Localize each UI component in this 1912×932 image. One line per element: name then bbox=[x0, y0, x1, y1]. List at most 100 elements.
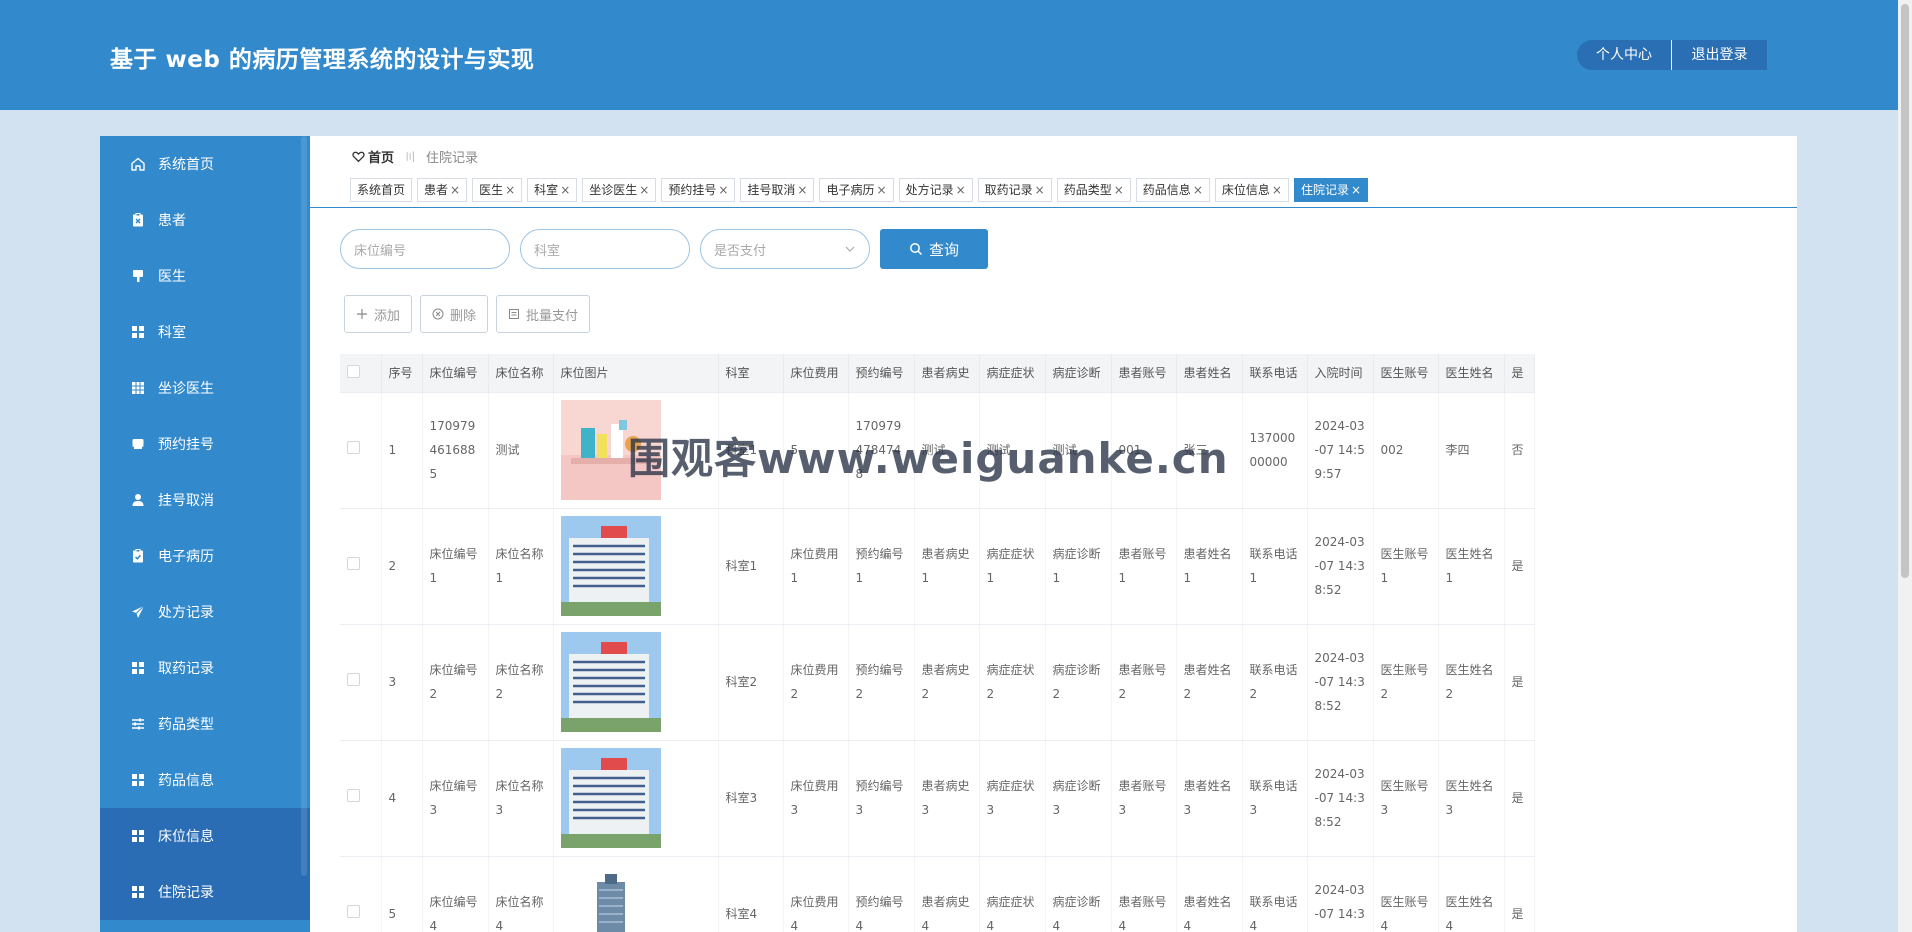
bed-image[interactable] bbox=[560, 632, 661, 732]
delete-button[interactable]: 删除 bbox=[420, 295, 489, 333]
column-header[interactable]: 入院时间 bbox=[1307, 354, 1374, 393]
close-icon[interactable]: × bbox=[450, 183, 460, 197]
close-icon[interactable]: × bbox=[1351, 183, 1361, 197]
row-checkbox[interactable] bbox=[347, 789, 360, 802]
row-checkbox[interactable] bbox=[347, 905, 360, 918]
tab-item[interactable]: 处方记录 × bbox=[898, 178, 973, 202]
column-header[interactable]: 联系电话 bbox=[1242, 354, 1308, 393]
bed-image[interactable] bbox=[560, 516, 661, 616]
table-row[interactable]: 4 床位编号3 床位名称3 科室3 床位费用3 预约编号3 患者病史3 病症症状3 病症诊断3 患… bbox=[340, 740, 1535, 857]
department-input[interactable]: 科室 bbox=[520, 229, 690, 269]
close-icon[interactable]: × bbox=[718, 183, 728, 197]
table-cell: 预约编号2 bbox=[848, 624, 915, 741]
column-header[interactable]: 医生姓名 bbox=[1438, 354, 1505, 393]
tab-item[interactable]: 患者 × bbox=[417, 178, 468, 202]
sidebar-item-cancel-appointment[interactable]: 挂号取消 bbox=[100, 472, 310, 528]
close-icon[interactable]: × bbox=[505, 183, 515, 197]
row-select-cell[interactable] bbox=[340, 856, 382, 932]
sidebar-item-prescriptions[interactable]: 处方记录 bbox=[100, 584, 310, 640]
breadcrumb-home[interactable]: 首页 bbox=[352, 147, 394, 166]
sidebar-item-drug-types[interactable]: 药品类型 bbox=[100, 696, 310, 752]
tab-item[interactable]: 挂号取消 × bbox=[740, 178, 815, 202]
column-header[interactable]: 床位编号 bbox=[422, 354, 489, 393]
sidebar-item-label: 科室 bbox=[158, 325, 186, 341]
select-all-checkbox[interactable] bbox=[347, 364, 360, 378]
table-row[interactable]: 1 1709794616885 测试 科室1 5 1709794784748 测试 测试 测试 0… bbox=[340, 392, 1535, 509]
sidebar-item-drug-info[interactable]: 药品信息 bbox=[100, 752, 310, 808]
row-select-cell[interactable] bbox=[340, 392, 382, 509]
tab-item[interactable]: 药品信息 × bbox=[1135, 178, 1210, 202]
sidebar-item-patients[interactable]: 患者 bbox=[100, 192, 310, 248]
sidebar-item-attending-doctors[interactable]: 坐诊医生 bbox=[100, 360, 310, 416]
add-button[interactable]: 添加 bbox=[344, 295, 413, 333]
tab-item[interactable]: 药品类型 × bbox=[1056, 178, 1131, 202]
column-header[interactable]: 床位名称 bbox=[488, 354, 554, 393]
tab-item[interactable]: 医生 × bbox=[472, 178, 523, 202]
row-checkbox[interactable] bbox=[347, 673, 360, 686]
sidebar-item-dispensing[interactable]: 取药记录 bbox=[100, 640, 310, 696]
table-cell: 床位编号2 bbox=[422, 624, 489, 741]
column-header[interactable]: 床位图片 bbox=[553, 354, 719, 393]
close-icon[interactable]: × bbox=[956, 183, 966, 197]
sidebar-item-label: 取药记录 bbox=[158, 661, 214, 677]
sidebar-item-appointments[interactable]: 预约挂号 bbox=[100, 416, 310, 472]
tab-item[interactable]: 电子病历 × bbox=[819, 178, 894, 202]
logout-button[interactable]: 退出登录 bbox=[1671, 40, 1767, 70]
close-icon[interactable]: × bbox=[1272, 183, 1282, 197]
sidebar-item-medical-records[interactable]: 电子病历 bbox=[100, 528, 310, 584]
sidebar-item-departments[interactable]: 科室 bbox=[100, 304, 310, 360]
tab-item[interactable]: 住院记录 × bbox=[1293, 178, 1369, 202]
batch-pay-button[interactable]: 批量支付 bbox=[496, 295, 591, 333]
sidebar-item-beds[interactable]: 床位信息 bbox=[100, 808, 310, 864]
records-table-wrapper[interactable]: 序号 床位编号 床位名称 床位图片 科室 床位费用 预约编号 患者病史 病症症状… bbox=[340, 354, 1769, 932]
profile-button[interactable]: 个人中心 bbox=[1577, 40, 1671, 70]
paid-select[interactable]: 是否支付 bbox=[700, 229, 870, 269]
close-icon[interactable]: × bbox=[1193, 183, 1203, 197]
tab-item[interactable]: 取药记录 × bbox=[977, 178, 1052, 202]
close-icon[interactable]: × bbox=[877, 183, 887, 197]
column-header[interactable]: 序号 bbox=[381, 354, 423, 393]
column-header[interactable]: 医生账号 bbox=[1373, 354, 1439, 393]
sidebar-item-inpatient-records[interactable]: 住院记录 bbox=[100, 864, 310, 920]
select-all-cell[interactable] bbox=[340, 354, 382, 393]
column-header[interactable]: 床位费用 bbox=[783, 354, 849, 393]
close-icon[interactable]: × bbox=[1114, 183, 1124, 197]
close-icon[interactable]: × bbox=[797, 183, 807, 197]
bed-image[interactable] bbox=[560, 748, 661, 848]
row-select-cell[interactable] bbox=[340, 740, 382, 857]
table-row[interactable]: 2 床位编号1 床位名称1 科室1 床位费用1 预约编号1 患者病史1 病症症状1 病症诊断1 患… bbox=[340, 508, 1535, 625]
sidebar-item-doctors[interactable]: 医生 bbox=[100, 248, 310, 304]
query-button[interactable]: 查询 bbox=[880, 229, 988, 269]
table-row[interactable]: 3 床位编号2 床位名称2 科室2 床位费用2 预约编号2 患者病史2 病症症状2 病症诊断2 患… bbox=[340, 624, 1535, 741]
page-scrollbar-thumb[interactable] bbox=[1901, 4, 1909, 578]
bed-image[interactable] bbox=[560, 400, 661, 500]
row-checkbox[interactable] bbox=[347, 557, 360, 570]
sidebar-scrollbar[interactable] bbox=[301, 136, 307, 876]
table-row[interactable]: 5 床位编号4 床位名称4 科室4 床位费用4 预约编号4 患者病史4 病症症状4 病症诊断4 患… bbox=[340, 856, 1535, 932]
tab-home[interactable]: 系统首页 bbox=[350, 178, 413, 202]
close-icon[interactable]: × bbox=[1035, 183, 1045, 197]
tab-item[interactable]: 科室 × bbox=[527, 178, 578, 202]
bed-no-input[interactable]: 床位编号 bbox=[340, 229, 510, 269]
tab-item[interactable]: 预约挂号 × bbox=[661, 178, 736, 202]
column-header[interactable]: 患者账号 bbox=[1111, 354, 1177, 393]
column-header[interactable]: 科室 bbox=[718, 354, 784, 393]
close-icon[interactable]: × bbox=[560, 183, 570, 197]
column-header[interactable]: 是 bbox=[1504, 354, 1535, 393]
column-header[interactable]: 预约编号 bbox=[848, 354, 915, 393]
sidebar-item-home[interactable]: 系统首页 bbox=[100, 136, 310, 192]
row-select-cell[interactable] bbox=[340, 624, 382, 741]
page-scrollbar[interactable] bbox=[1898, 0, 1912, 932]
tab-item[interactable]: 坐诊医生 × bbox=[582, 178, 657, 202]
row-select-cell[interactable] bbox=[340, 508, 382, 625]
column-header[interactable]: 病症症状 bbox=[979, 354, 1046, 393]
row-checkbox[interactable] bbox=[347, 441, 360, 454]
column-header[interactable]: 病症诊断 bbox=[1045, 354, 1112, 393]
close-icon[interactable]: × bbox=[639, 183, 649, 197]
bed-image[interactable] bbox=[560, 864, 661, 932]
table-cell: 联系电话2 bbox=[1242, 624, 1308, 741]
tab-item[interactable]: 床位信息 × bbox=[1214, 178, 1289, 202]
column-header[interactable]: 患者病史 bbox=[914, 354, 980, 393]
column-header[interactable]: 患者姓名 bbox=[1176, 354, 1243, 393]
table-cell: 科室1 bbox=[718, 508, 784, 625]
